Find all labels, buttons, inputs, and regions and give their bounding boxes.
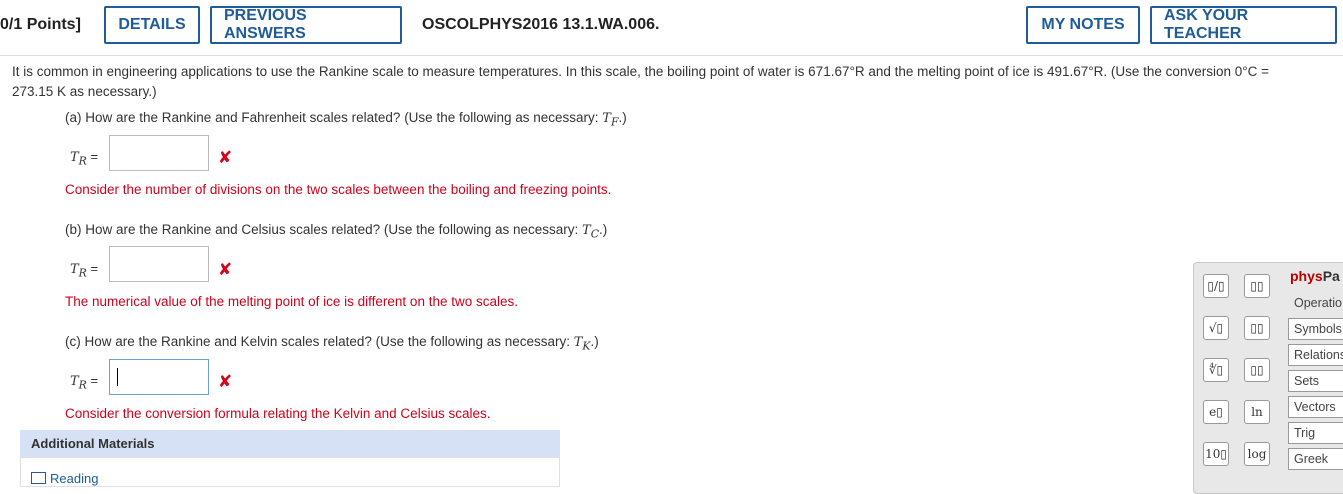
part-a-answer-input[interactable] <box>109 135 209 171</box>
details-button[interactable]: DETAILS <box>104 6 200 44</box>
part-b-answer-input[interactable] <box>109 246 209 282</box>
additional-materials-panel <box>20 457 560 487</box>
tab-trig[interactable]: Trig <box>1288 422 1343 444</box>
part-c-answer-input[interactable] <box>109 359 209 395</box>
additional-materials-header: Additional Materials <box>20 430 560 457</box>
subscript-icon[interactable]: ▯▯ <box>1244 316 1270 340</box>
question-intro: It is common in engineering applications… <box>12 64 1270 99</box>
book-icon <box>31 472 46 484</box>
part-c-incorrect-icon: ✘ <box>218 372 233 391</box>
part-b-label: TR = <box>70 261 99 280</box>
points-label: 0/1 Points] <box>0 16 81 33</box>
nth-root-icon[interactable]: ∜▯ <box>1203 358 1229 382</box>
part-a-label: TR = <box>70 149 99 168</box>
part-b-prompt: (b) How are the Rankine and Celsius scal… <box>65 222 608 241</box>
part-c-prompt: (c) How are the Rankine and Kelvin scale… <box>65 334 599 353</box>
tab-vectors[interactable]: Vectors <box>1288 396 1343 418</box>
text-cursor <box>117 368 118 386</box>
power-of-ten-icon[interactable]: 10▯ <box>1203 442 1229 466</box>
part-a-incorrect-icon: ✘ <box>218 148 233 167</box>
reading-link[interactable]: Reading <box>31 471 98 486</box>
part-a-hint: Consider the number of divisions on the … <box>65 182 612 197</box>
tab-greek[interactable]: Greek <box>1288 448 1343 470</box>
part-b-incorrect-icon: ✘ <box>218 260 233 279</box>
tab-symbols[interactable]: Symbols <box>1288 318 1343 340</box>
my-notes-button[interactable]: MY NOTES <box>1026 6 1140 44</box>
tab-relations[interactable]: Relations <box>1288 344 1343 366</box>
previous-answers-button[interactable]: PREVIOUS ANSWERS <box>210 6 402 44</box>
question-id: OSCOLPHYS2016 13.1.WA.006. <box>422 16 660 33</box>
part-a-prompt: (a) How are the Rankine and Fahrenheit s… <box>65 110 627 129</box>
log-button[interactable]: log <box>1244 442 1270 466</box>
square-root-icon[interactable]: √▯ <box>1203 316 1229 340</box>
question-header: 0/1 Points] DETAILS PREVIOUS ANSWERS OSC… <box>0 0 1343 56</box>
ln-button[interactable]: ln <box>1244 400 1270 424</box>
part-b-hint: The numerical value of the melting point… <box>65 294 518 309</box>
superscript-icon[interactable]: ▯▯ <box>1244 274 1270 298</box>
ask-your-teacher-button[interactable]: ASK YOUR TEACHER <box>1150 6 1337 44</box>
matrix-icon[interactable]: ▯▯ <box>1244 358 1270 382</box>
exponential-icon[interactable]: e▯ <box>1203 400 1229 424</box>
fraction-icon[interactable]: ▯/▯ <box>1203 274 1229 298</box>
tab-sets[interactable]: Sets <box>1288 370 1343 392</box>
part-c-label: TR = <box>70 373 99 392</box>
tab-operations[interactable]: Operatio <box>1288 292 1343 314</box>
physpad-title: physPa <box>1290 268 1340 284</box>
part-c-hint: Consider the conversion formula relating… <box>65 406 491 421</box>
